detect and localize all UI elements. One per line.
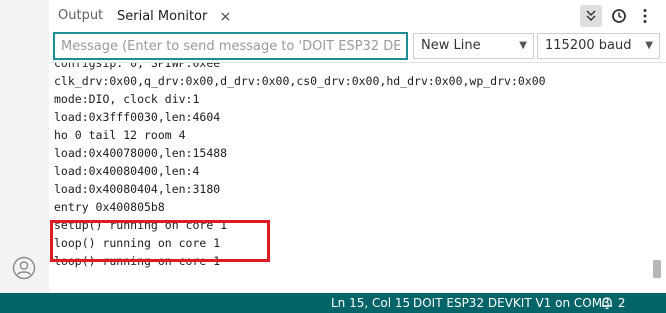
autoscroll-button[interactable]: [580, 5, 602, 27]
more-vertical-icon: [643, 9, 647, 23]
double-chevron-down-icon: [586, 10, 596, 21]
baud-rate-select[interactable]: 115200 baud ▼: [537, 33, 660, 59]
baud-rate-value: 115200 baud: [545, 38, 632, 53]
chevron-down-icon: ▼: [645, 40, 653, 51]
console-line: configsip: 0, SPIWP:0xee: [54, 63, 221, 70]
console-line: load:0x3fff0030,len:4604: [54, 110, 221, 124]
console-line: load:0x40078000,len:15488: [54, 146, 228, 160]
console-line: load:0x40080404,len:3180: [54, 182, 221, 196]
toggle-timestamp-button[interactable]: [608, 5, 630, 27]
notifications-button[interactable]: 2: [600, 293, 625, 313]
close-icon[interactable]: ×: [219, 2, 231, 32]
console-line: entry 0x400805b8: [54, 200, 165, 214]
tab-output-label: Output: [58, 8, 104, 23]
more-actions-button[interactable]: [634, 5, 656, 27]
highlight-annotation: [50, 220, 270, 262]
console-line: ho 0 tail 12 room 4: [54, 128, 186, 142]
notifications-icon: [602, 297, 612, 310]
tab-output[interactable]: Output: [58, 0, 103, 32]
clock-icon: [612, 9, 626, 23]
serial-controls: New Line ▼ 115200 baud ▼: [49, 32, 666, 63]
panel-tab-bar: Output Serial Monitor ×: [49, 0, 666, 34]
tab-serial-monitor[interactable]: Serial Monitor ×: [109, 0, 240, 34]
cursor-position[interactable]: Ln 15, Col 15: [331, 293, 410, 313]
serial-message-input[interactable]: [53, 32, 408, 60]
console-line: load:0x40080400,len:4: [54, 164, 200, 178]
status-bar: Ln 15, Col 15 DOIT ESP32 DEVKIT V1 on CO…: [0, 293, 666, 313]
account-icon[interactable]: [12, 256, 36, 280]
chevron-down-icon: ▼: [519, 40, 527, 51]
notifications-count: 2: [617, 296, 626, 310]
tab-serial-monitor-label: Serial Monitor: [117, 9, 208, 24]
line-ending-value: New Line: [421, 38, 481, 53]
board-port-status[interactable]: DOIT ESP32 DEVKIT V1 on COM3: [413, 293, 610, 313]
console-line: mode:DIO, clock div:1: [54, 92, 200, 106]
vertical-scrollbar[interactable]: [653, 260, 661, 278]
activity-bar: [0, 0, 50, 293]
line-ending-select[interactable]: New Line ▼: [413, 33, 534, 59]
console-line: clk_drv:0x00,q_drv:0x00,d_drv:0x00,cs0_d…: [54, 74, 546, 88]
